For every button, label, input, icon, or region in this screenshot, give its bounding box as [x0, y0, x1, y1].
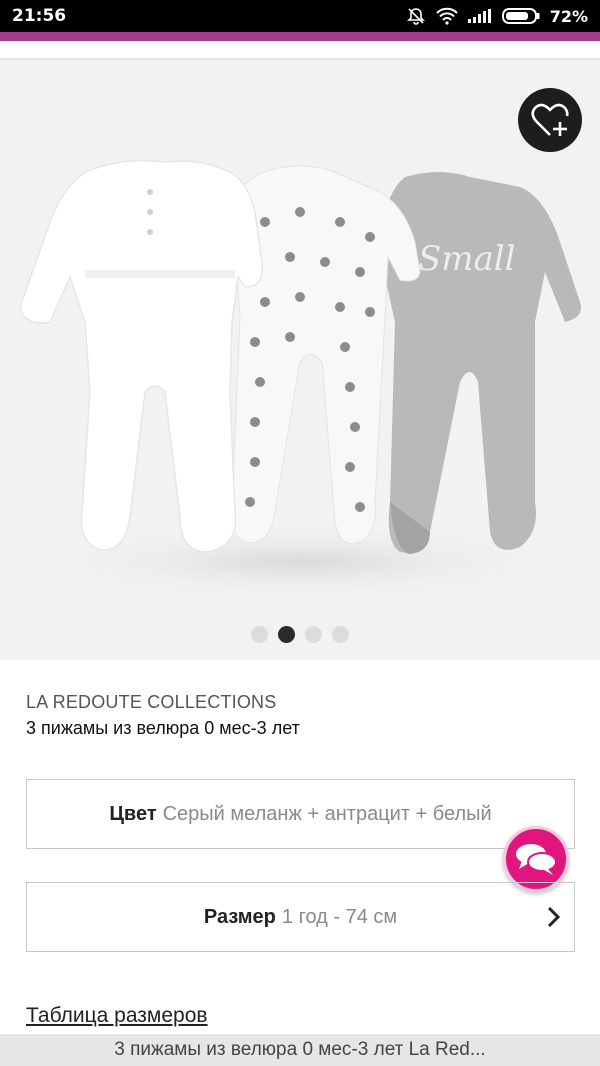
- gallery-dot-active[interactable]: [278, 626, 295, 643]
- romper-print-text: Small: [418, 239, 516, 279]
- gallery-pagination: [0, 626, 600, 643]
- add-to-wishlist-button[interactable]: [518, 88, 582, 152]
- chat-bubbles-icon: [516, 844, 557, 875]
- battery-percentage: 72%: [549, 6, 588, 26]
- bottom-title-bar: 3 пижамы из велюра 0 мес-3 лет La Red...: [0, 1034, 600, 1066]
- status-time: 21:56: [12, 6, 67, 26]
- mute-icon: [406, 6, 426, 26]
- gallery-dot[interactable]: [332, 626, 349, 643]
- color-value: Серый меланж + антрацит + белый: [162, 802, 492, 825]
- size-chart-link[interactable]: Таблица размеров: [26, 1004, 208, 1028]
- heart-plus-icon: [531, 103, 569, 136]
- chevron-right-icon: [546, 905, 562, 935]
- product-image-gallery[interactable]: Small: [0, 62, 600, 660]
- status-icons: 72%: [406, 6, 588, 26]
- promo-banner[interactable]: [0, 32, 600, 42]
- product-title: 3 пижамы из велюра 0 мес-3 лет: [26, 718, 300, 738]
- status-bar: 21:56 72%: [0, 0, 600, 32]
- size-label: Размер: [203, 905, 276, 928]
- product-photo: Small: [19, 159, 581, 602]
- color-label: Цвет: [109, 802, 157, 825]
- gallery-dot[interactable]: [305, 626, 322, 643]
- size-selector[interactable]: Размер 1 год - 74 см: [26, 882, 575, 952]
- wifi-icon: [435, 7, 458, 25]
- size-value: 1 год - 74 см: [281, 905, 398, 928]
- bottom-bar-text: 3 пижамы из велюра 0 мес-3 лет La Red...: [114, 1039, 486, 1060]
- battery-icon: [501, 8, 540, 24]
- gallery-dot[interactable]: [251, 626, 268, 643]
- signal-icon: [467, 9, 492, 23]
- product-brand[interactable]: LA REDOUTE COLLECTIONS: [26, 692, 276, 713]
- color-selector[interactable]: Цвет Серый меланж + антрацит + белый: [26, 779, 575, 849]
